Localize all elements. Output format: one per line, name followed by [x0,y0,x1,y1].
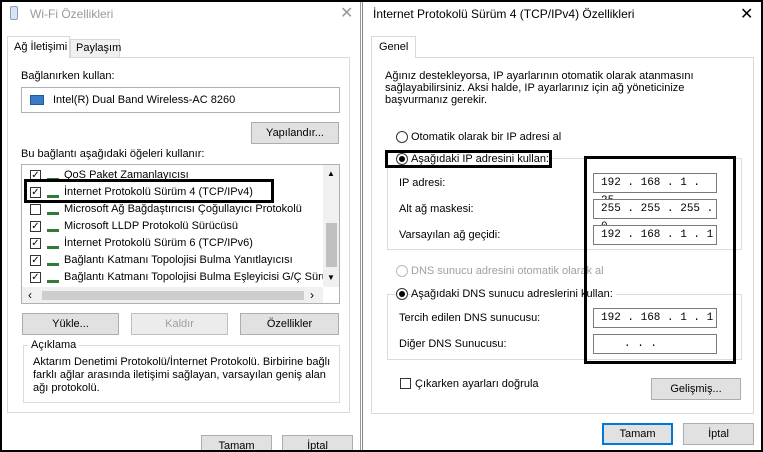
uninstall-button[interactable]: Kaldır [131,313,228,335]
horizontal-scrollbar[interactable]: ‹ › [22,287,323,303]
install-button[interactable]: Yükle... [22,313,119,335]
ip-address-label: IP adresi: [399,177,446,189]
tab-network[interactable]: Ağ İletişimi [7,36,70,58]
protocol-icon [47,205,59,215]
ipv4-properties-window: İnternet Protokolü Sürüm 4 (TCP/IPv4) Öz… [362,0,763,452]
scroll-left-icon[interactable]: ‹ [28,288,32,302]
close-icon[interactable]: ✕ [740,4,753,24]
manual-ip-radio[interactable] [396,153,408,165]
left-ok-button[interactable]: Tamam [201,435,272,452]
adapter-name: Intel(R) Dual Band Wireless-AC 8260 [53,94,236,106]
adapter-box: Intel(R) Dual Band Wireless-AC 8260 [21,87,340,113]
auto-ip-label[interactable]: Otomatik olarak bir IP adresi al [411,131,561,143]
validate-checkbox[interactable] [400,378,411,389]
list-item[interactable]: ✓ İnternet Protokolü Sürüm 6 (TCP/IPv6) [22,235,322,252]
protocol-icon [47,239,59,249]
preferred-dns-label: Tercih edilen DNS sunucusu: [399,312,541,324]
adapter-icon [30,95,44,105]
item-checkbox[interactable]: ✓ [30,221,41,232]
item-checkbox[interactable]: ✓ [30,272,41,283]
right-ok-button[interactable]: Tamam [602,423,673,445]
wifi-properties-window: Wi-Fi Özellikleri ✕ Ağ İletişimi Paylaşı… [0,0,361,452]
items-label: Bu bağlantı aşağıdaki öğeleri kullanır: [21,148,205,160]
list-item[interactable]: Microsoft Ağ Bağdaştırıcısı Çoğullayıcı … [22,201,322,218]
item-label: Bağlantı Katmanı Topolojisi Bulma Eşleyi… [64,271,340,283]
alternate-dns-label: Diğer DNS Sunucusu: [399,338,507,350]
item-label: Microsoft LLDP Protokolü Sürücüsü [64,220,239,232]
item-checkbox[interactable]: ✓ [30,238,41,249]
list-item[interactable]: ✓ Bağlantı Katmanı Topolojisi Bulma Yanıt… [22,252,322,269]
fields-highlight-box [584,156,736,364]
protocol-icon [47,222,59,232]
configure-button[interactable]: Yapılandır... [251,122,339,144]
manual-dns-radio[interactable] [396,288,408,300]
wifi-window-title: Wi-Fi Özellikleri [30,7,114,21]
gateway-label: Varsayılan ağ geçidi: [399,229,501,241]
scroll-down-icon[interactable]: ▼ [327,273,335,282]
item-label: İnternet Protokolü Sürüm 6 (TCP/IPv6) [64,237,253,249]
tab-sharing[interactable]: Paylaşım [70,39,122,58]
properties-button[interactable]: Özellikler [240,313,339,335]
tab-sharing-label: Paylaşım [76,42,122,54]
left-cancel-button[interactable]: İptal [282,435,353,452]
item-checkbox[interactable]: ✓ [30,255,41,266]
tab-general[interactable]: Genel [371,36,416,58]
item-checkbox[interactable] [30,204,41,215]
right-cancel-button[interactable]: İptal [683,423,754,445]
connect-using-label: Bağlanırken kullan: [21,70,115,82]
tab-network-label: Ağ İletişimi [14,41,68,53]
tab-general-label: Genel [379,41,409,53]
ipv4-window-title: İnternet Protokolü Sürüm 4 (TCP/IPv4) Öz… [373,7,635,21]
intro-text: Ağınız destekleyorsa, IP ayarlarının oto… [385,70,694,106]
manual-ip-label[interactable]: Aşağıdaki IP adresini kullan: [411,153,549,165]
auto-dns-radio[interactable] [396,265,408,277]
scroll-thumb-h[interactable] [42,291,304,300]
item-label: Bağlantı Katmanı Topolojisi Bulma Yanıtl… [64,254,293,266]
list-item[interactable]: ✓ Bağlantı Katmanı Topolojisi Bulma Eşley… [22,269,339,286]
scroll-up-icon[interactable]: ▲ [327,169,335,178]
vertical-scrollbar[interactable]: ▲ ▼ [323,165,339,287]
description-title: Açıklama [28,339,80,351]
close-icon[interactable]: ✕ [340,3,353,23]
ipv4-highlight-box [24,179,274,203]
scroll-thumb[interactable] [326,223,337,267]
protocol-icon [47,273,59,283]
subnet-mask-label: Alt ağ maskesi: [399,203,474,215]
description-text: Aktarım Denetimi Protokolü/İnternet Prot… [33,356,331,394]
scroll-right-icon[interactable]: › [310,288,314,302]
auto-dns-label: DNS sunucu adresini otomatik olarak al [411,265,604,277]
validate-label[interactable]: Çıkarken ayarları doğrula [415,378,539,390]
advanced-button[interactable]: Gelişmiş... [651,378,741,400]
list-item[interactable]: ✓ Microsoft LLDP Protokolü Sürücüsü [22,218,322,235]
auto-ip-radio[interactable] [396,131,408,143]
item-label: Microsoft Ağ Bağdaştırıcısı Çoğullayıcı … [64,203,302,215]
network-icon [10,6,18,20]
wifi-title-bar: Wi-Fi Özellikleri ✕ [0,0,361,28]
protocol-icon [47,256,59,266]
